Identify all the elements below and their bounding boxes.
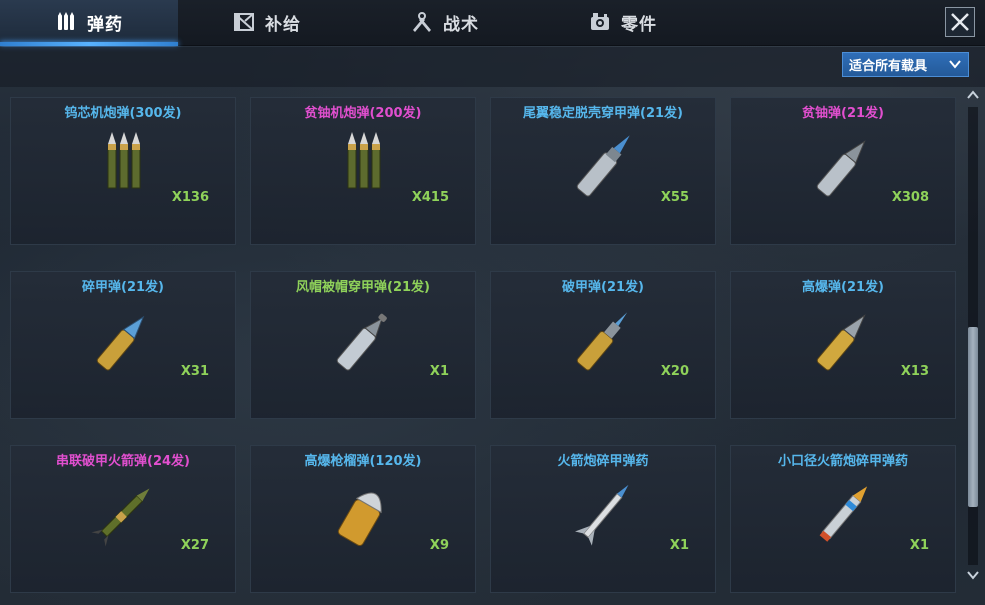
ammo-icon: [576, 135, 630, 197]
item-count: X55: [660, 190, 689, 205]
vehicle-filter-dropdown[interactable]: 适合所有载具: [842, 52, 969, 77]
supply-crate-icon: [234, 13, 254, 31]
item-name: 破甲弹(21发): [562, 280, 644, 295]
ammo-icon: [576, 312, 628, 371]
item-name: 贫铀弹(21发): [802, 106, 884, 121]
tab-parts[interactable]: 零件: [534, 0, 712, 44]
item-count: X31: [180, 364, 209, 379]
tab-label: 战术: [443, 14, 479, 35]
item-name: 高爆枪榴弹(120发): [304, 454, 422, 469]
ammo-icon: [58, 12, 74, 30]
ammo-item-card[interactable]: 高爆枪榴弹(120发) X9: [250, 445, 476, 593]
ammo-item-card[interactable]: 贫铀机炮弹(200发) X415: [250, 97, 476, 245]
item-name: 钨芯机炮弹(300发): [64, 106, 182, 121]
close-icon: [951, 13, 969, 31]
item-count: X9: [429, 538, 449, 553]
item-name: 火箭炮碎甲弹药: [557, 454, 649, 469]
item-count: X20: [660, 364, 689, 379]
item-name: 高爆弹(21发): [802, 280, 884, 295]
chevron-down-icon: [949, 60, 961, 69]
item-count: X308: [891, 190, 929, 205]
item-name: 贫铀机炮弹(200发): [304, 106, 422, 121]
scroll-down-icon: [967, 571, 979, 580]
parts-icon: [591, 13, 609, 30]
item-name: 尾翼稳定脱壳穿甲弹(21发): [523, 106, 683, 121]
tab-label: 零件: [621, 14, 657, 35]
ammo-icon: [816, 140, 866, 197]
ammo-item-card[interactable]: 破甲弹(21发) X20: [490, 271, 716, 419]
item-name: 碎甲弹(21发): [82, 280, 164, 295]
ammo-item-card[interactable]: 火箭炮碎甲弹药 X1: [490, 445, 716, 593]
item-name: 串联破甲火箭弹(24发): [56, 454, 190, 469]
tab-tactics[interactable]: 战术: [356, 0, 534, 44]
tab-ammo[interactable]: 弹药: [0, 0, 178, 46]
scroll-up-button[interactable]: [964, 87, 982, 103]
item-count: X1: [429, 364, 449, 379]
close-button[interactable]: [945, 7, 975, 37]
filter-bar: 适合所有载具: [0, 47, 985, 87]
item-count: X27: [180, 538, 209, 553]
ammo-item-card[interactable]: 小口径火箭炮碎甲弹药 X1: [730, 445, 956, 593]
tab-label: 弹药: [87, 14, 123, 35]
scroll-down-button[interactable]: [964, 567, 982, 583]
ammo-item-card[interactable]: 碎甲弹(21发) X31: [10, 271, 236, 419]
ammo-icon: [819, 486, 868, 542]
scroll-thumb[interactable]: [968, 327, 978, 507]
item-count: X13: [900, 364, 929, 379]
ammo-icon: [816, 314, 866, 371]
ammo-icon: [337, 492, 382, 547]
ammo-icon: [91, 488, 150, 547]
item-count: X1: [909, 538, 929, 553]
item-count: X415: [411, 190, 449, 205]
tab-supply[interactable]: 补给: [178, 0, 356, 44]
item-name: 风帽被帽穿甲弹(21发): [296, 280, 430, 295]
ammo-item-card[interactable]: 风帽被帽穿甲弹(21发) X1: [250, 271, 476, 419]
ammo-item-card[interactable]: 尾翼稳定脱壳穿甲弹(21发) X55: [490, 97, 716, 245]
ammo-item-card[interactable]: 钨芯机炮弹(300发) X136: [10, 97, 236, 245]
tab-label: 补给: [265, 14, 301, 35]
ammo-grid: 钨芯机炮弹(300发) X136 贫铀机炮弹(200发) X415 尾翼稳定脱壳穿甲…: [10, 97, 956, 593]
scroll-up-icon: [967, 90, 979, 99]
ammo-item-card[interactable]: 贫铀弹(21发) X308: [730, 97, 956, 245]
tactics-icon: [413, 12, 431, 32]
ammo-item-card[interactable]: 串联破甲火箭弹(24发) X27: [10, 445, 236, 593]
item-name: 小口径火箭炮碎甲弹药: [777, 454, 908, 469]
tab-bar: 弹药 补给 战术 零件: [0, 0, 985, 46]
item-count: X136: [171, 190, 209, 205]
ammo-icon: [575, 484, 629, 546]
ammo-icon: [347, 132, 381, 189]
ammo-icon: [107, 132, 141, 189]
ammo-item-card[interactable]: 高爆弹(21发) X13: [730, 271, 956, 419]
ammo-icon: [336, 313, 387, 371]
ammo-icon: [96, 315, 145, 371]
item-count: X1: [669, 538, 689, 553]
scrollbar[interactable]: [964, 87, 982, 585]
dropdown-value: 适合所有载具: [849, 59, 928, 74]
